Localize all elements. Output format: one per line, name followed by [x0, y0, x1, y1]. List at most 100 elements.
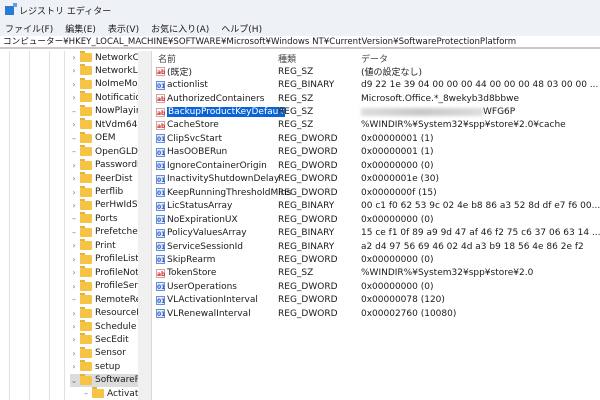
value-row[interactable]: 01 UserOperations REG_DWORD 0x00000000 (0) — [152, 280, 600, 293]
chevron-down-icon[interactable]: ⌄ — [70, 376, 78, 385]
chevron-right-icon[interactable]: › — [70, 120, 78, 129]
tree-node[interactable]: – NowPlaying — [70, 104, 138, 118]
string-value-icon: ab — [156, 107, 166, 117]
tree-node[interactable]: › ProfileNotification — [70, 266, 138, 279]
regedit-app-icon — [5, 2, 17, 15]
menu-file[interactable]: ファイル(F) — [5, 22, 53, 35]
tree-node[interactable]: › Sensor — [70, 346, 126, 360]
chevron-right-icon[interactable]: › — [70, 201, 78, 210]
tree-node[interactable]: › PeerDist — [70, 172, 133, 185]
key-tree[interactable]: › NetworkCar › NetworkList › NoImeMode › Notifi… — [0, 51, 138, 400]
tree-node-label: SoftwareProtectionPlatform — [95, 375, 138, 386]
values-list[interactable]: 名前 種類 データ ab (既定) REG_SZ (値の設定なし) 01 actionli… — [152, 51, 600, 400]
tree-node[interactable]: – OEM — [70, 131, 116, 145]
string-value-icon: ab — [156, 94, 166, 104]
chevron-right-icon[interactable]: › — [70, 188, 78, 197]
folder-icon — [80, 293, 92, 305]
tree-node[interactable]: › PerHwIdStorage — [70, 198, 138, 212]
value-name-text: ClipSvcStart — [167, 133, 222, 144]
value-name: 01 IgnoreContainerOrigin — [156, 161, 267, 171]
tree-node[interactable]: › setup — [70, 360, 120, 373]
menu-help[interactable]: ヘルプ(H) — [221, 22, 262, 35]
value-data: d9 22 1e 39 04 00 00 00 44 00 00 00 48 0… — [361, 80, 598, 90]
tree-guide-line — [49, 51, 50, 400]
tree-node[interactable]: › ResourceManager — [70, 306, 138, 320]
value-row[interactable]: 01 HasOOBERun REG_DWORD 0x00000001 (1) — [152, 146, 600, 159]
value-row[interactable]: 01 ClipSvcStart REG_DWORD 0x00000001 (1) — [152, 132, 600, 145]
tree-node[interactable]: › Perflib — [70, 185, 123, 199]
value-row[interactable]: ab AuthorizedContainers REG_SZ Microsoft.Of… — [152, 92, 600, 105]
chevron-right-icon[interactable]: › — [70, 174, 78, 183]
chevron-right-icon[interactable]: › — [70, 241, 78, 250]
value-row[interactable]: 01 PolicyValuesArray REG_BINARY 15 ce f1 0f… — [152, 226, 600, 239]
value-row[interactable]: ab TokenStore REG_SZ %WINDIR%¥System32¥spp¥… — [152, 267, 600, 280]
tree-node[interactable]: › NtVdm64 — [70, 118, 137, 131]
column-name[interactable]: 名前 — [158, 52, 176, 65]
menu-favorites[interactable]: お気に入り(A) — [151, 22, 209, 35]
chevron-right-icon[interactable]: › — [70, 282, 78, 291]
folder-icon — [80, 252, 92, 264]
value-row[interactable]: 01 NoExpirationUX REG_DWORD 0x00000000 (0) — [152, 213, 600, 226]
tree-connector: – — [72, 133, 76, 143]
value-row[interactable]: ab (既定) REG_SZ (値の設定なし) — [152, 65, 600, 78]
value-row[interactable]: ab BackupProductKeyDefault REG_SZ WFG6P — [152, 105, 600, 118]
value-row[interactable]: 01 VLActivationInterval REG_DWORD 0x0000007… — [152, 294, 600, 307]
chevron-right-icon[interactable]: › — [70, 53, 78, 62]
tree-node[interactable]: › ProfileService — [70, 279, 138, 293]
chevron-right-icon[interactable]: › — [70, 309, 78, 318]
tree-node[interactable]: › Print — [70, 239, 116, 252]
tree-node[interactable]: – Activation — [82, 387, 138, 400]
tree-node[interactable]: › NetworkList — [70, 64, 138, 77]
value-row[interactable]: 01 actionlist REG_BINARY d9 22 1e 39 04 00 … — [152, 78, 600, 91]
tree-node[interactable]: ⌄ SoftwareProtectionPlatform — [70, 373, 138, 387]
chevron-right-icon[interactable]: › — [70, 268, 78, 277]
column-type[interactable]: 種類 — [278, 52, 296, 65]
tree-node[interactable]: – OpenGLDrivers — [70, 145, 138, 158]
chevron-right-icon[interactable]: › — [70, 322, 78, 331]
chevron-right-icon[interactable]: › — [70, 335, 78, 344]
value-row[interactable]: 01 SkipRearm REG_DWORD 0x00000000 (0) — [152, 253, 600, 266]
value-row[interactable]: 01 LicStatusArray REG_BINARY 00 c1 f0 62 53… — [152, 200, 600, 213]
tree-node[interactable]: › PasswordLess — [70, 158, 138, 172]
tree-node[interactable]: › ProfileList — [70, 252, 138, 266]
value-row[interactable]: 01 KeepRunningThresholdMins REG_DWORD 0x000… — [152, 186, 600, 199]
address-bar[interactable]: コンピューター¥HKEY_LOCAL_MACHINE¥SOFTWARE¥Micr… — [0, 36, 600, 49]
folder-icon — [80, 266, 92, 278]
chevron-right-icon[interactable]: › — [70, 66, 78, 75]
tree-node[interactable]: – RemoteRegistry — [70, 293, 138, 306]
value-row[interactable]: 01 InactivityShutdownDelay REG_DWORD 0x0000… — [152, 173, 600, 186]
tree-node[interactable]: › NetworkCar — [70, 51, 138, 64]
binary-value-icon: 01 — [156, 201, 166, 211]
tree-node[interactable]: – Ports — [70, 212, 118, 225]
value-name-text: CacheStore — [167, 120, 219, 131]
tree-node[interactable]: › Schedule — [70, 320, 136, 333]
value-name-text: VLRenewalInterval — [167, 308, 251, 319]
value-row[interactable]: ab CacheStore REG_SZ %WINDIR%¥System32¥spp¥… — [152, 119, 600, 132]
chevron-right-icon[interactable]: › — [70, 93, 78, 102]
chevron-right-icon[interactable]: › — [70, 349, 78, 358]
value-name-text: BackupProductKeyDefault — [167, 107, 286, 118]
value-row[interactable]: 01 IgnoreContainerOrigin REG_DWORD 0x000000… — [152, 159, 600, 172]
value-data-text: a2 d4 97 56 69 46 02 4d a3 b9 18 56 4e 8… — [361, 241, 584, 252]
value-row[interactable]: 01 ServiceSessionId REG_BINARY a2 d4 97 56 … — [152, 240, 600, 253]
tree-node-label: ProfileList — [95, 254, 138, 265]
menu-edit[interactable]: 編集(E) — [65, 22, 96, 35]
menu-view[interactable]: 表示(V) — [108, 22, 139, 35]
tree-node-label: Schedule — [95, 321, 137, 332]
column-data[interactable]: データ — [361, 52, 388, 65]
chevron-right-icon[interactable]: › — [70, 80, 78, 89]
value-name-text: IgnoreContainerOrigin — [167, 160, 267, 171]
tree-guide-line — [29, 51, 30, 400]
value-row[interactable]: 01 VLRenewalInterval REG_DWORD 0x00002760 (… — [152, 307, 600, 320]
value-name: ab (既定) — [156, 65, 192, 78]
tree-node[interactable]: › NoImeMode — [70, 77, 138, 91]
chevron-right-icon[interactable]: › — [70, 362, 78, 371]
chevron-right-icon[interactable]: › — [70, 161, 78, 170]
value-data: 0x00000001 (1) — [361, 147, 433, 157]
pane-splitter[interactable] — [138, 51, 152, 400]
tree-node[interactable]: › SecEdit — [70, 333, 129, 346]
value-name: ab CacheStore — [156, 120, 219, 130]
tree-node[interactable]: › Notifications — [70, 91, 138, 104]
tree-node[interactable]: – Prefetcher — [70, 225, 138, 239]
chevron-right-icon[interactable]: › — [70, 255, 78, 264]
